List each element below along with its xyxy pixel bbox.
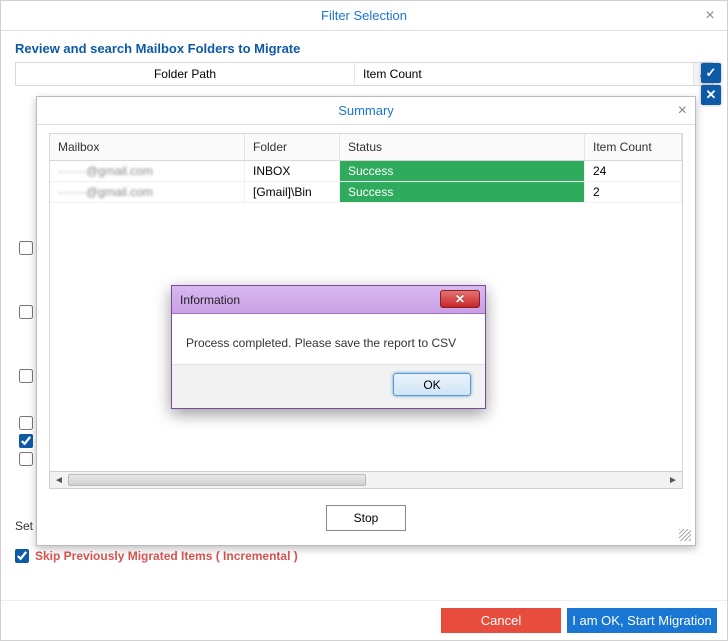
close-icon[interactable]: ×	[701, 7, 719, 25]
col-folder[interactable]: Folder	[245, 134, 340, 160]
option-check-1[interactable]	[19, 241, 33, 255]
col-folder-path[interactable]: Folder Path	[16, 63, 355, 85]
checkbox[interactable]	[19, 241, 33, 255]
filter-grid-header: Folder Path Item Count ▲	[15, 62, 713, 86]
count-cell: 24	[585, 161, 682, 181]
table-row[interactable]: ·······@gmail.com [Gmail]\Bin Success 2	[50, 182, 682, 203]
set-label: Set	[15, 519, 33, 533]
info-message: Process completed. Please save the repor…	[172, 314, 485, 364]
status-cell: Success	[340, 161, 585, 181]
scroll-thumb[interactable]	[68, 474, 366, 486]
filter-subtitle: Review and search Mailbox Folders to Mig…	[1, 31, 727, 62]
info-title-text: Information	[180, 293, 240, 307]
folder-cell: [Gmail]\Bin	[245, 182, 340, 202]
resize-grip-icon[interactable]	[679, 529, 691, 541]
skip-checkbox[interactable]	[15, 549, 29, 563]
ok-button[interactable]: OK	[393, 373, 471, 396]
checkbox[interactable]	[19, 416, 33, 430]
checkbox[interactable]	[19, 452, 33, 466]
horizontal-scrollbar[interactable]: ◄ ►	[49, 471, 683, 489]
filter-window-titlebar: Filter Selection ×	[1, 1, 727, 31]
summary-header-row: Mailbox Folder Status Item Count	[50, 134, 682, 161]
start-migration-button[interactable]: I am OK, Start Migration	[567, 608, 717, 633]
side-action-icons: ✓ ✕	[701, 63, 721, 105]
checkbox[interactable]	[19, 369, 33, 383]
mailbox-cell: ·······@gmail.com	[58, 185, 153, 199]
scroll-left-icon[interactable]: ◄	[50, 475, 68, 486]
checkbox[interactable]	[19, 305, 33, 319]
info-titlebar[interactable]: Information ✕	[172, 286, 485, 314]
information-dialog: Information ✕ Process completed. Please …	[171, 285, 486, 409]
option-check-3[interactable]	[19, 369, 33, 383]
stop-button[interactable]: Stop	[326, 505, 406, 531]
close-button[interactable]: ✕	[440, 290, 480, 308]
checkbox[interactable]	[19, 434, 33, 448]
filter-footer: Cancel I am OK, Start Migration	[1, 600, 727, 640]
option-check-2[interactable]	[19, 305, 33, 319]
status-cell: Success	[340, 182, 585, 202]
summary-titlebar: Summary ×	[37, 97, 695, 125]
table-row[interactable]: ·······@gmail.com INBOX Success 24	[50, 161, 682, 182]
deselect-all-icon[interactable]: ✕	[701, 85, 721, 105]
extra-checkboxes	[19, 416, 33, 466]
mailbox-cell: ·······@gmail.com	[58, 164, 153, 178]
filter-option-checkboxes	[19, 241, 33, 383]
col-mailbox[interactable]: Mailbox	[50, 134, 245, 160]
summary-title: Summary	[338, 103, 394, 118]
select-all-icon[interactable]: ✓	[701, 63, 721, 83]
filter-title: Filter Selection	[321, 8, 407, 23]
cancel-button[interactable]: Cancel	[441, 608, 561, 633]
count-cell: 2	[585, 182, 682, 202]
col-item-count[interactable]: Item Count	[585, 134, 682, 160]
info-button-row: OK	[172, 364, 485, 408]
folder-cell: INBOX	[245, 161, 340, 181]
close-icon: ✕	[455, 292, 465, 306]
scroll-track[interactable]	[68, 474, 664, 486]
col-status[interactable]: Status	[340, 134, 585, 160]
close-icon[interactable]: ×	[678, 102, 687, 120]
skip-previously-migrated-row[interactable]: Skip Previously Migrated Items ( Increme…	[15, 549, 298, 563]
scroll-right-icon[interactable]: ►	[664, 475, 682, 486]
skip-label: Skip Previously Migrated Items ( Increme…	[35, 549, 298, 563]
col-item-count[interactable]: Item Count	[355, 63, 694, 85]
